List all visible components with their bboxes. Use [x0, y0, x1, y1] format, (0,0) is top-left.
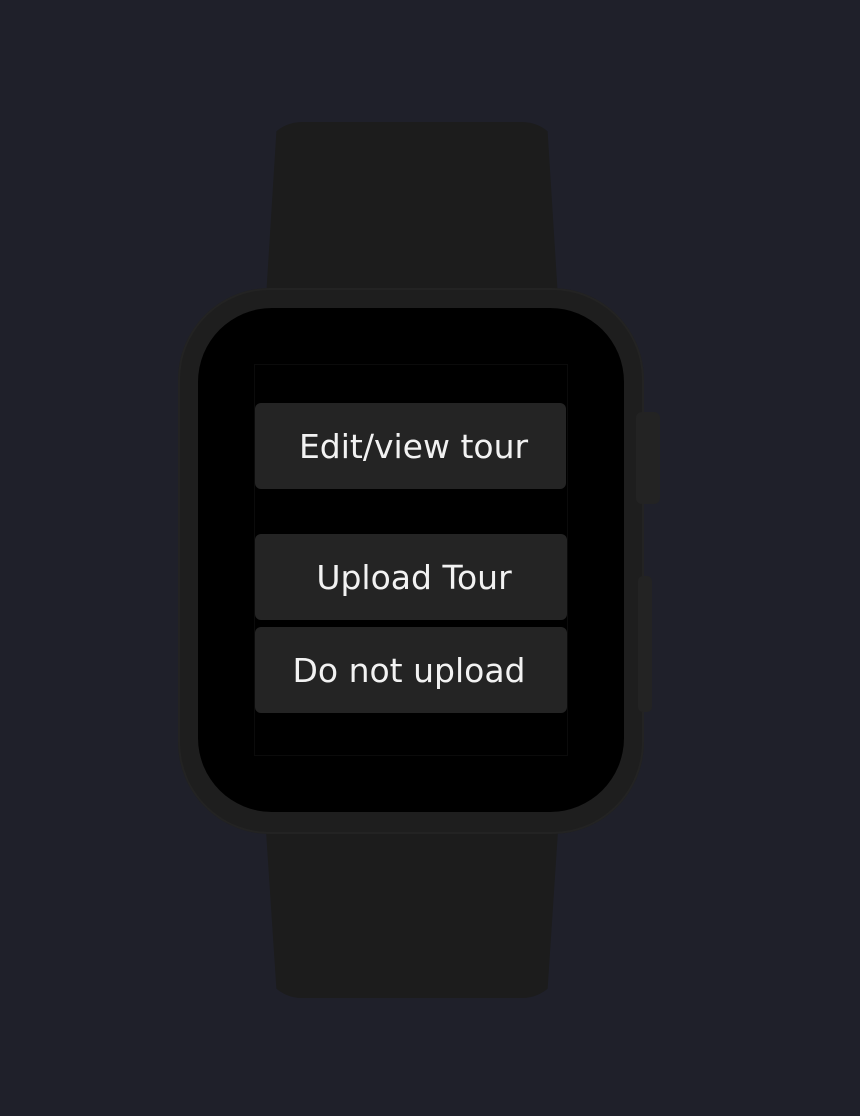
- do-not-upload-button[interactable]: Do not upload: [255, 627, 567, 713]
- edit-view-tour-button[interactable]: Edit/view tour: [255, 403, 566, 489]
- upload-tour-button[interactable]: Upload Tour: [255, 534, 567, 620]
- digital-crown[interactable]: [636, 412, 660, 504]
- side-button[interactable]: [638, 576, 652, 712]
